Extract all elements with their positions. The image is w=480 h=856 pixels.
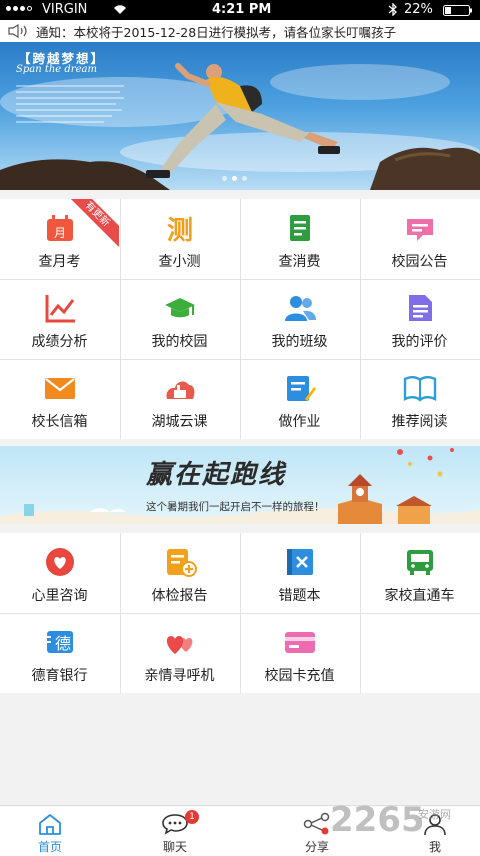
grid-item-graduation-cap[interactable]: 我的校园 (120, 279, 239, 358)
grid-item-hearts[interactable]: 亲情寻呼机 (120, 613, 239, 692)
grid-item-heart-chat[interactable]: 心里咨询 (0, 533, 119, 612)
grid-item-label: 亲情寻呼机 (144, 668, 215, 684)
banner-carousel[interactable]: 【跨越梦想】 Span the dream (0, 42, 480, 190)
grid-item-cloud-class[interactable]: 湖城云课 (120, 359, 239, 438)
promo-headline: 赢在起跑线 (146, 460, 287, 490)
carousel-dot-active[interactable] (232, 176, 237, 181)
grid-item-document[interactable]: 我的评价 (360, 279, 479, 358)
grid-item-chart[interactable]: 成绩分析 (0, 279, 119, 358)
notice-bar[interactable]: 通知：本校将于2015-12-28日进行模拟考，请各位家长叮嘱孩子 (0, 20, 480, 42)
grid-divider (0, 279, 480, 280)
bus-icon (403, 547, 437, 577)
grid-item-label: 德育银行 (31, 668, 88, 684)
graduation-cap-icon (163, 293, 197, 323)
grid-item-mail[interactable]: 校长信箱 (0, 359, 119, 438)
grid-item-label: 我的校园 (151, 334, 208, 350)
speaker-icon (8, 24, 27, 38)
grid-item-label: 心里咨询 (31, 588, 88, 604)
grid-item-label: 做作业 (278, 414, 321, 430)
update-ribbon-text: 有更新 (64, 199, 119, 247)
grid-item-people[interactable]: 我的班级 (240, 279, 359, 358)
grid-item-bill[interactable]: 查消费 (240, 199, 359, 278)
grid-item-label: 湖城云课 (151, 414, 208, 430)
chat-unread-badge: 1 (185, 810, 199, 824)
signal-icon (6, 6, 36, 14)
moral-bank-icon: 德 (43, 627, 77, 657)
hearts-icon (163, 627, 197, 657)
grid-item-label: 我的班级 (271, 334, 328, 350)
feature-grid-primary: 月查月考 有更新测查小测 查消费 校园公告 成绩分析 我的校园 我的班级 我的评价 校长信箱 湖城… (0, 199, 480, 439)
homework-icon (283, 373, 317, 403)
promo-subtitle: 这个暑期我们一起开启不一样的旅程！ (146, 501, 325, 513)
grid-divider (360, 199, 361, 439)
grid-item-label: 推荐阅读 (391, 414, 448, 430)
watermark-sub: 安游网 (418, 808, 451, 821)
carousel-dot[interactable] (242, 176, 247, 181)
home-icon (39, 814, 61, 835)
banner-slogan-en: Span the dream (16, 64, 97, 75)
status-bar: VIRGIN 4:21 PM 22% (0, 0, 480, 20)
cloud-class-icon (163, 373, 197, 403)
grid-item-wrong-book[interactable]: 错题本 (240, 533, 359, 612)
grid-item-label: 校长信箱 (31, 414, 88, 430)
carousel-dots[interactable] (222, 176, 247, 181)
chart-icon (43, 293, 77, 323)
battery-percent: 22% (404, 2, 433, 17)
update-ribbon: 有更新 (63, 199, 119, 255)
grid-item-moral-bank[interactable]: 德德育银行 (0, 613, 119, 692)
grid-item-test[interactable]: 测查小测 (120, 199, 239, 278)
grid-divider (0, 359, 480, 360)
bluetooth-icon (388, 2, 398, 20)
grid-divider (240, 199, 241, 439)
heart-chat-icon (43, 547, 77, 577)
grid-divider (0, 613, 480, 614)
wifi-icon (112, 3, 128, 19)
mail-icon (43, 373, 77, 403)
bill-icon (283, 213, 317, 243)
svg-text:测: 测 (166, 216, 192, 243)
grid-item-label: 校园卡充值 (264, 668, 335, 684)
grid-item-label: 体检报告 (151, 588, 208, 604)
wrong-book-icon (283, 547, 317, 577)
tab-me-label: 我 (428, 840, 441, 854)
grid-item-book[interactable]: 推荐阅读 (360, 359, 479, 438)
grid-item-report[interactable]: 体检报告 (120, 533, 239, 612)
carousel-dot[interactable] (222, 176, 227, 181)
svg-text:德: 德 (54, 634, 70, 653)
watermark: 2265 (330, 800, 425, 840)
test-icon: 测 (163, 213, 197, 246)
grid-item-label: 查小测 (158, 254, 201, 270)
share-icon (303, 812, 330, 835)
grid-item-label: 家校直通车 (384, 588, 455, 604)
report-icon (163, 547, 197, 577)
grid-item-label: 校园公告 (391, 254, 448, 270)
grid-item-label: 我的评价 (391, 334, 448, 350)
document-icon (403, 293, 437, 323)
grid-item-calendar[interactable]: 月查月考 有更新 (0, 199, 119, 278)
battery-icon (443, 5, 473, 20)
tab-share-label: 分享 (304, 840, 329, 854)
tab-home-label: 首页 (37, 840, 62, 854)
people-icon (283, 293, 317, 323)
announcement-icon (403, 213, 437, 243)
tab-chat[interactable]: 1 聊天 (135, 806, 215, 856)
clock: 4:21 PM (212, 2, 272, 17)
card-icon (283, 627, 317, 657)
feature-grid-secondary: 心里咨询 体检报告 错题本 家校直通车德德育银行 亲情寻呼机 校园卡充值 (0, 533, 480, 693)
grid-item-label: 查消费 (278, 254, 321, 270)
grid-item-announcement[interactable]: 校园公告 (360, 199, 479, 278)
grid-item-label: 成绩分析 (31, 334, 88, 350)
grid-item-bus[interactable]: 家校直通车 (360, 533, 479, 612)
tab-home[interactable]: 首页 (10, 806, 90, 856)
carrier-label: VIRGIN (42, 2, 88, 17)
grid-item-label: 错题本 (278, 588, 321, 604)
grid-item-homework[interactable]: 做作业 (240, 359, 359, 438)
tab-chat-label: 聊天 (162, 840, 187, 854)
book-icon (403, 373, 437, 403)
notice-text: 通知：本校将于2015-12-28日进行模拟考，请各位家长叮嘱孩子 (36, 24, 397, 40)
promo-banner[interactable]: 赢在起跑线 这个暑期我们一起开启不一样的旅程！ (0, 446, 480, 524)
grid-item-card[interactable]: 校园卡充值 (240, 613, 359, 692)
grid-divider (120, 199, 121, 439)
banner-caption-lines (16, 85, 124, 123)
